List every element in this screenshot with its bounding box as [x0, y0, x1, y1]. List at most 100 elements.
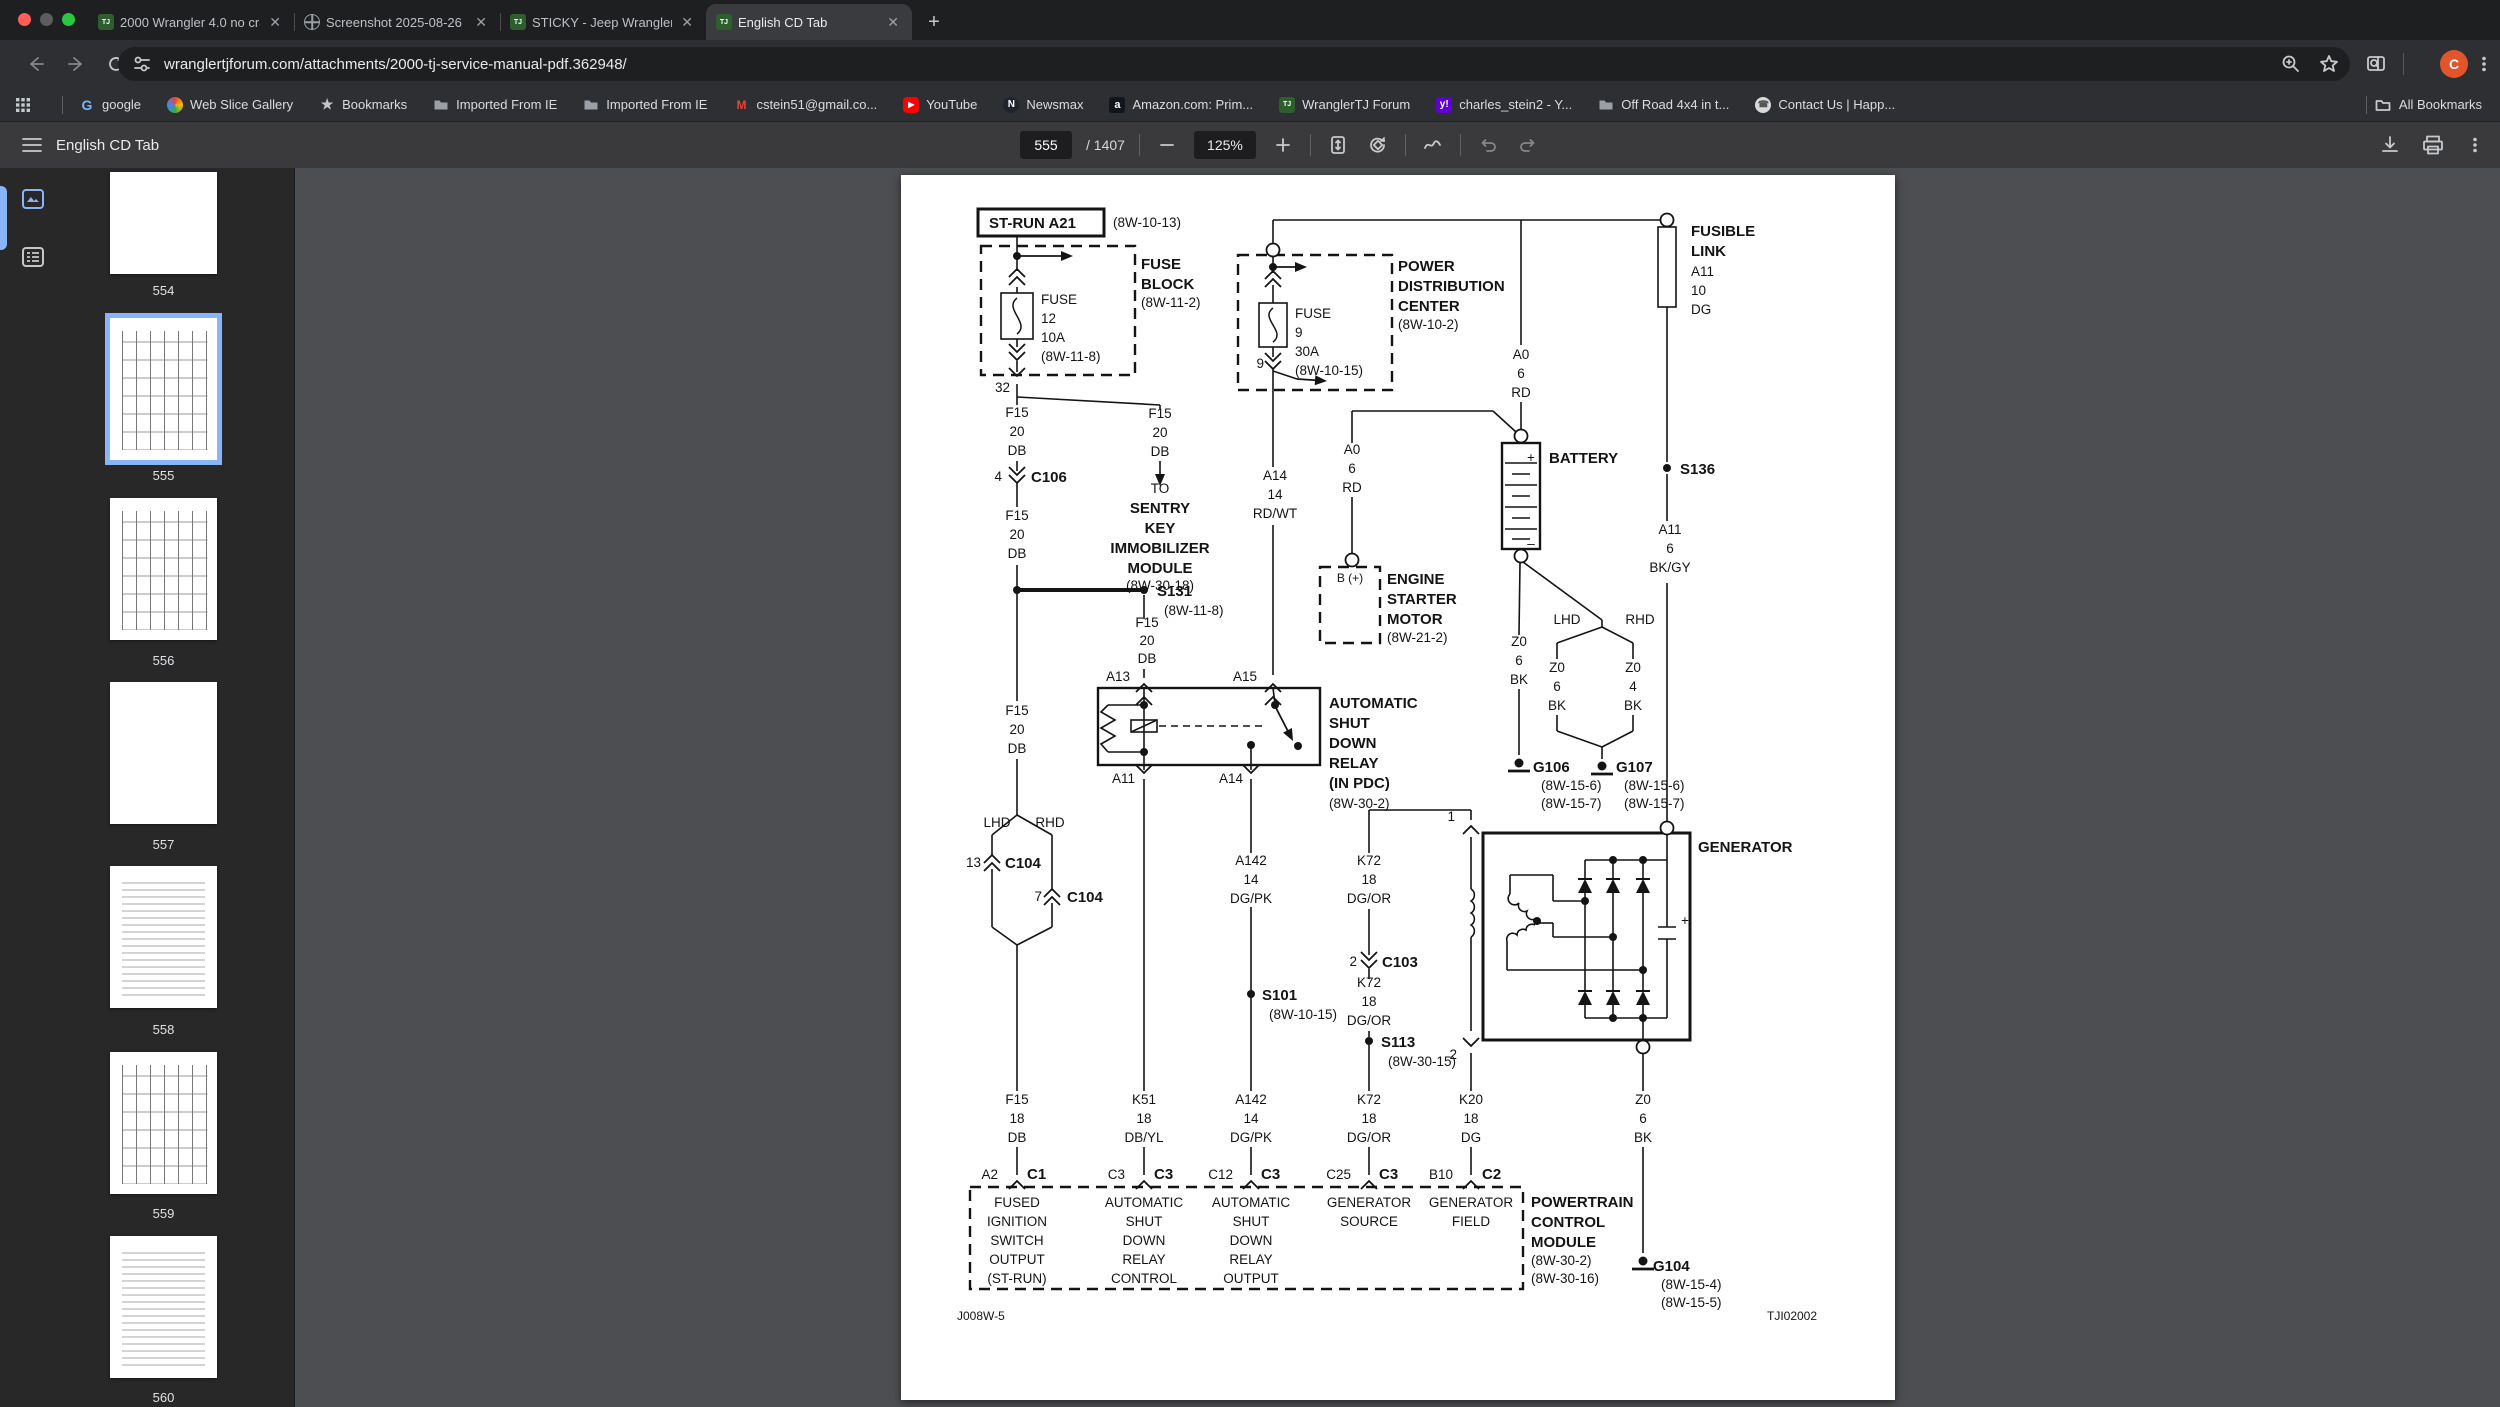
bookmark-item[interactable]: ☎Contact Us | Happ... [1755, 97, 1895, 113]
zoom-out-button[interactable] [1154, 132, 1180, 158]
bookmark-item[interactable]: TJWranglerTJ Forum [1279, 97, 1410, 113]
tab-english-cd-active[interactable]: TJ English CD Tab ✕ [706, 4, 912, 40]
thumbnail-page-560[interactable] [110, 1236, 217, 1378]
pdf-menu-icon[interactable] [22, 137, 42, 153]
search-tabs-icon[interactable] [2362, 50, 2390, 78]
thumbnails-view-icon[interactable] [22, 188, 44, 210]
svg-text:STARTER: STARTER [1387, 591, 1457, 608]
svg-text:LINK: LINK [1691, 243, 1726, 260]
tab-close-icon[interactable]: ✕ [472, 14, 490, 31]
svg-text:(8W-30-2): (8W-30-2) [1329, 796, 1390, 811]
minimize-window-button[interactable] [40, 13, 53, 26]
svg-text:Z0: Z0 [1635, 1092, 1651, 1107]
rotate-button[interactable] [1365, 132, 1391, 158]
svg-text:DG/PK: DG/PK [1230, 1130, 1272, 1145]
bookmark-item[interactable]: aAmazon.com: Prim... [1109, 97, 1253, 113]
star-icon: ★ [319, 97, 335, 113]
new-tab-button[interactable]: + [920, 8, 948, 36]
thumbnail-page-556[interactable] [110, 498, 217, 640]
svg-text:A2: A2 [981, 1167, 998, 1182]
redo-button[interactable] [1515, 132, 1541, 158]
bookmark-item[interactable]: ▶YouTube [903, 97, 977, 113]
svg-text:DB: DB [1151, 444, 1170, 459]
back-button[interactable] [22, 50, 50, 78]
svg-text:A14: A14 [1219, 771, 1244, 786]
svg-text:C3: C3 [1379, 1166, 1398, 1183]
svg-text:FUSED: FUSED [994, 1195, 1040, 1210]
close-window-button[interactable] [18, 13, 31, 26]
bookmark-item[interactable]: Imported From IE [583, 97, 707, 113]
tab-wrangler-no-crank[interactable]: TJ 2000 Wrangler 4.0 no crank n ✕ [88, 4, 294, 40]
bookmark-item[interactable]: Ggoogle [79, 97, 141, 113]
zoom-level-input[interactable]: 125% [1194, 131, 1256, 159]
tab-close-icon[interactable]: ✕ [884, 14, 902, 31]
thumbnail-page-557[interactable] [110, 682, 217, 824]
tj-forum-favicon: TJ [716, 14, 732, 30]
zoom-window-button[interactable] [62, 13, 75, 26]
svg-text:(8W-15-7): (8W-15-7) [1624, 796, 1685, 811]
bookmark-star-icon[interactable] [2318, 53, 2340, 75]
profile-avatar[interactable]: C [2440, 50, 2468, 78]
svg-text:BK/GY: BK/GY [1649, 560, 1690, 575]
svg-text:7: 7 [1034, 889, 1042, 904]
bookmark-item[interactable]: Imported From IE [433, 97, 557, 113]
pdf-more-options-icon[interactable] [2466, 136, 2484, 154]
bookmark-item[interactable]: NNewsmax [1003, 97, 1083, 113]
site-settings-icon[interactable] [132, 54, 152, 74]
svg-text:1: 1 [1447, 809, 1455, 824]
svg-text:F15: F15 [1135, 615, 1158, 630]
svg-text:–: – [1527, 536, 1535, 551]
apps-grid-button[interactable] [14, 96, 32, 114]
svg-text:FUSIBLE: FUSIBLE [1691, 223, 1755, 240]
undo-button[interactable] [1475, 132, 1501, 158]
svg-text:BK: BK [1624, 698, 1642, 713]
svg-text:A11: A11 [1112, 771, 1135, 786]
forward-button[interactable] [62, 50, 90, 78]
tab-close-icon[interactable]: ✕ [266, 14, 284, 31]
tab-sticky-wrangler[interactable]: TJ STICKY - Jeep Wrangler TJ F ✕ [500, 4, 706, 40]
print-icon[interactable] [2422, 135, 2444, 155]
svg-text:C12: C12 [1208, 1167, 1233, 1182]
zoom-in-button[interactable] [1270, 132, 1296, 158]
tab-close-icon[interactable]: ✕ [678, 14, 696, 31]
address-bar[interactable]: wranglertjforum.com/attachments/2000-tj-… [118, 47, 2350, 81]
all-bookmarks-button[interactable]: All Bookmarks [2366, 96, 2482, 114]
svg-text:14: 14 [1243, 872, 1259, 887]
outline-view-icon[interactable] [22, 246, 44, 268]
thumbnail-label: 554 [110, 283, 217, 298]
thumbnail-page-558[interactable] [110, 866, 217, 1008]
svg-text:(8W-30-15): (8W-30-15) [1388, 1054, 1456, 1069]
pdf-page-555-wiring-diagram[interactable]: ST-RUN A21(8W-10-13)FUSEBLOCK(8W-11-2)FU… [901, 175, 1895, 1400]
bookmark-item[interactable]: y!charles_stein2 - Y... [1436, 97, 1572, 113]
svg-text:C104: C104 [1067, 889, 1104, 906]
page-number-input[interactable]: 555 [1020, 131, 1072, 159]
svg-text:DG/OR: DG/OR [1347, 1130, 1392, 1145]
download-icon[interactable] [2380, 135, 2400, 155]
globe-favicon [304, 14, 320, 30]
url-text[interactable]: wranglertjforum.com/attachments/2000-tj-… [164, 56, 627, 73]
bookmark-item[interactable]: ★Bookmarks [319, 97, 407, 113]
svg-text:(8W-30-2): (8W-30-2) [1531, 1253, 1592, 1268]
thumbnail-page-554[interactable] [110, 172, 217, 274]
tab-screenshot[interactable]: Screenshot 2025-08-26 at 4. ✕ [294, 4, 500, 40]
zoom-icon[interactable] [2280, 53, 2302, 75]
svg-text:F15: F15 [1148, 406, 1171, 421]
thumbnail-label: 559 [110, 1206, 217, 1221]
chrome-menu-icon[interactable] [2470, 50, 2498, 78]
thumbnail-page-555-selected[interactable] [110, 318, 217, 460]
svg-text:A0: A0 [1344, 442, 1361, 457]
svg-text:DOWN: DOWN [1230, 1233, 1273, 1248]
bookmark-item[interactable]: Mcstein51@gmail.co... [733, 97, 877, 113]
bookmark-item[interactable]: Off Road 4x4 in t... [1598, 97, 1729, 113]
bookmark-item[interactable]: Web Slice Gallery [167, 97, 293, 113]
window-controls[interactable] [18, 13, 75, 26]
svg-text:(8W-15-6): (8W-15-6) [1541, 778, 1602, 793]
svg-text:J008W-5: J008W-5 [957, 1309, 1005, 1323]
thumbnail-page-559[interactable] [110, 1052, 217, 1194]
svg-text:GENERATOR: GENERATOR [1327, 1195, 1412, 1210]
active-view-indicator [0, 186, 7, 250]
svg-text:RELAY: RELAY [1329, 755, 1378, 772]
annotate-button[interactable] [1420, 132, 1446, 158]
fit-page-button[interactable] [1325, 132, 1351, 158]
svg-text:K72: K72 [1357, 853, 1381, 868]
